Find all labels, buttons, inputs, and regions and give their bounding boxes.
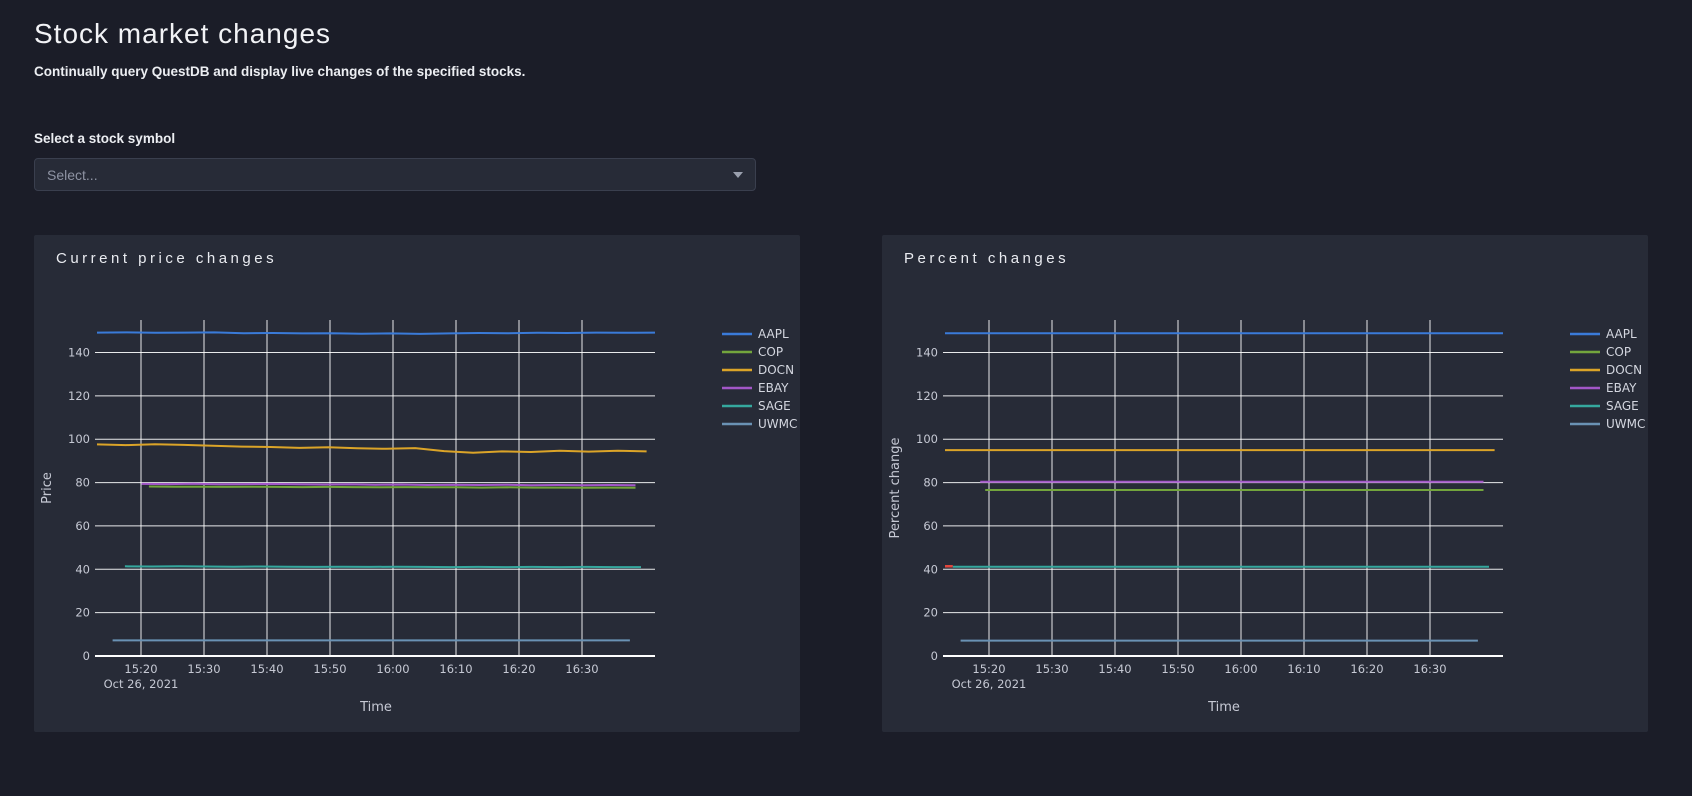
stock-symbol-dropdown[interactable]: Select... bbox=[34, 158, 756, 191]
y-tick-label: 120 bbox=[68, 389, 90, 403]
y-tick-label: 0 bbox=[931, 649, 938, 663]
x-tick-label: 16:10 bbox=[1287, 662, 1320, 676]
x-axis-date-label: Oct 26, 2021 bbox=[104, 677, 179, 691]
x-axis-title: Time bbox=[359, 700, 392, 715]
x-tick-label: 16:20 bbox=[502, 662, 535, 676]
x-tick-label: 16:20 bbox=[1350, 662, 1383, 676]
y-tick-label: 60 bbox=[75, 519, 90, 533]
charts-row: Current price changes 0 20 40 60 80 100 120 140… bbox=[34, 235, 1658, 732]
y-tick-label: 60 bbox=[923, 519, 938, 533]
legend-item-EBAY[interactable]: EBAY bbox=[722, 381, 789, 395]
legend-item-AAPL[interactable]: AAPL bbox=[1570, 327, 1637, 341]
x-tick-label: 15:20 bbox=[972, 662, 1005, 676]
legend-item-UWMC[interactable]: UWMC bbox=[1570, 417, 1645, 431]
x-tick-label: 15:30 bbox=[187, 662, 220, 676]
legend-label-AAPL: AAPL bbox=[1606, 327, 1637, 341]
current-price-changes-chart: 0 20 40 60 80 100 120 140 15:20 15:30 15:40 15:50 16… bbox=[34, 270, 800, 725]
series-line-SAGE bbox=[125, 566, 641, 567]
dropdown-placeholder: Select... bbox=[47, 167, 98, 183]
legend-label-COP: COP bbox=[1606, 345, 1631, 359]
legend-item-SAGE[interactable]: SAGE bbox=[1570, 399, 1639, 413]
x-axis-title: Time bbox=[1207, 700, 1240, 715]
legend-item-AAPL[interactable]: AAPL bbox=[722, 327, 789, 341]
current-price-changes-card: Current price changes 0 20 40 60 80 100 120 140… bbox=[34, 235, 800, 732]
legend-item-EBAY[interactable]: EBAY bbox=[1570, 381, 1637, 395]
page-subtitle: Continually query QuestDB and display li… bbox=[34, 64, 1658, 79]
legend-item-SAGE[interactable]: SAGE bbox=[722, 399, 791, 413]
x-tick-label: 15:50 bbox=[313, 662, 346, 676]
percent-changes-card: Percent changes 0 20 40 60 80 100 120 140 15:20 1… bbox=[882, 235, 1648, 732]
series-line-AAPL bbox=[97, 332, 655, 334]
y-tick-label: 80 bbox=[75, 476, 90, 490]
legend-label-DOCN: DOCN bbox=[1606, 363, 1642, 377]
caret-down-icon[interactable] bbox=[733, 172, 743, 178]
y-axis-title: Percent change bbox=[888, 438, 903, 539]
legend-label-AAPL: AAPL bbox=[758, 327, 789, 341]
y-tick-label: 40 bbox=[923, 562, 938, 576]
y-tick-label: 40 bbox=[75, 562, 90, 576]
x-tick-label: 16:30 bbox=[1413, 662, 1446, 676]
x-tick-label: 15:20 bbox=[124, 662, 157, 676]
legend-label-SAGE: SAGE bbox=[1606, 399, 1639, 413]
legend-label-EBAY: EBAY bbox=[1606, 381, 1637, 395]
series-line-DOCN bbox=[97, 444, 647, 453]
y-tick-label: 20 bbox=[923, 606, 938, 620]
legend-item-COP[interactable]: COP bbox=[1570, 345, 1631, 359]
y-tick-label: 80 bbox=[923, 476, 938, 490]
x-tick-label: 15:30 bbox=[1035, 662, 1068, 676]
legend-label-COP: COP bbox=[758, 345, 783, 359]
page: Stock market changes Continually query Q… bbox=[0, 18, 1692, 732]
x-tick-label: 15:50 bbox=[1161, 662, 1194, 676]
legend-item-DOCN[interactable]: DOCN bbox=[1570, 363, 1642, 377]
y-tick-label: 140 bbox=[68, 346, 90, 360]
legend-item-COP[interactable]: COP bbox=[722, 345, 783, 359]
legend-item-DOCN[interactable]: DOCN bbox=[722, 363, 794, 377]
legend-label-UWMC: UWMC bbox=[1606, 417, 1645, 431]
y-tick-label: 0 bbox=[83, 649, 90, 663]
y-tick-label: 100 bbox=[68, 432, 90, 446]
y-tick-label: 140 bbox=[916, 346, 938, 360]
y-tick-label: 100 bbox=[916, 432, 938, 446]
legend-label-SAGE: SAGE bbox=[758, 399, 791, 413]
x-tick-label: 16:30 bbox=[565, 662, 598, 676]
chart-title-current-price-changes: Current price changes bbox=[34, 235, 800, 267]
legend-item-UWMC[interactable]: UWMC bbox=[722, 417, 797, 431]
x-tick-label: 16:00 bbox=[1224, 662, 1257, 676]
legend-label-UWMC: UWMC bbox=[758, 417, 797, 431]
legend-label-DOCN: DOCN bbox=[758, 363, 794, 377]
stock-selector-label: Select a stock symbol bbox=[34, 131, 1658, 146]
x-tick-label: 15:40 bbox=[1098, 662, 1131, 676]
y-tick-label: 20 bbox=[75, 606, 90, 620]
x-tick-label: 16:10 bbox=[439, 662, 472, 676]
x-tick-label: 15:40 bbox=[250, 662, 283, 676]
y-tick-label: 120 bbox=[916, 389, 938, 403]
series-line-COP bbox=[149, 487, 636, 488]
x-axis-date-label: Oct 26, 2021 bbox=[952, 677, 1027, 691]
legend-label-EBAY: EBAY bbox=[758, 381, 789, 395]
percent-changes-chart: 0 20 40 60 80 100 120 140 15:20 15:30 15:40 15:50 16… bbox=[882, 270, 1648, 725]
page-title: Stock market changes bbox=[34, 18, 1658, 50]
x-tick-label: 16:00 bbox=[376, 662, 409, 676]
y-axis-title: Price bbox=[40, 472, 55, 504]
chart-title-percent-changes: Percent changes bbox=[882, 235, 1648, 267]
series-line-EBAY bbox=[142, 484, 636, 486]
